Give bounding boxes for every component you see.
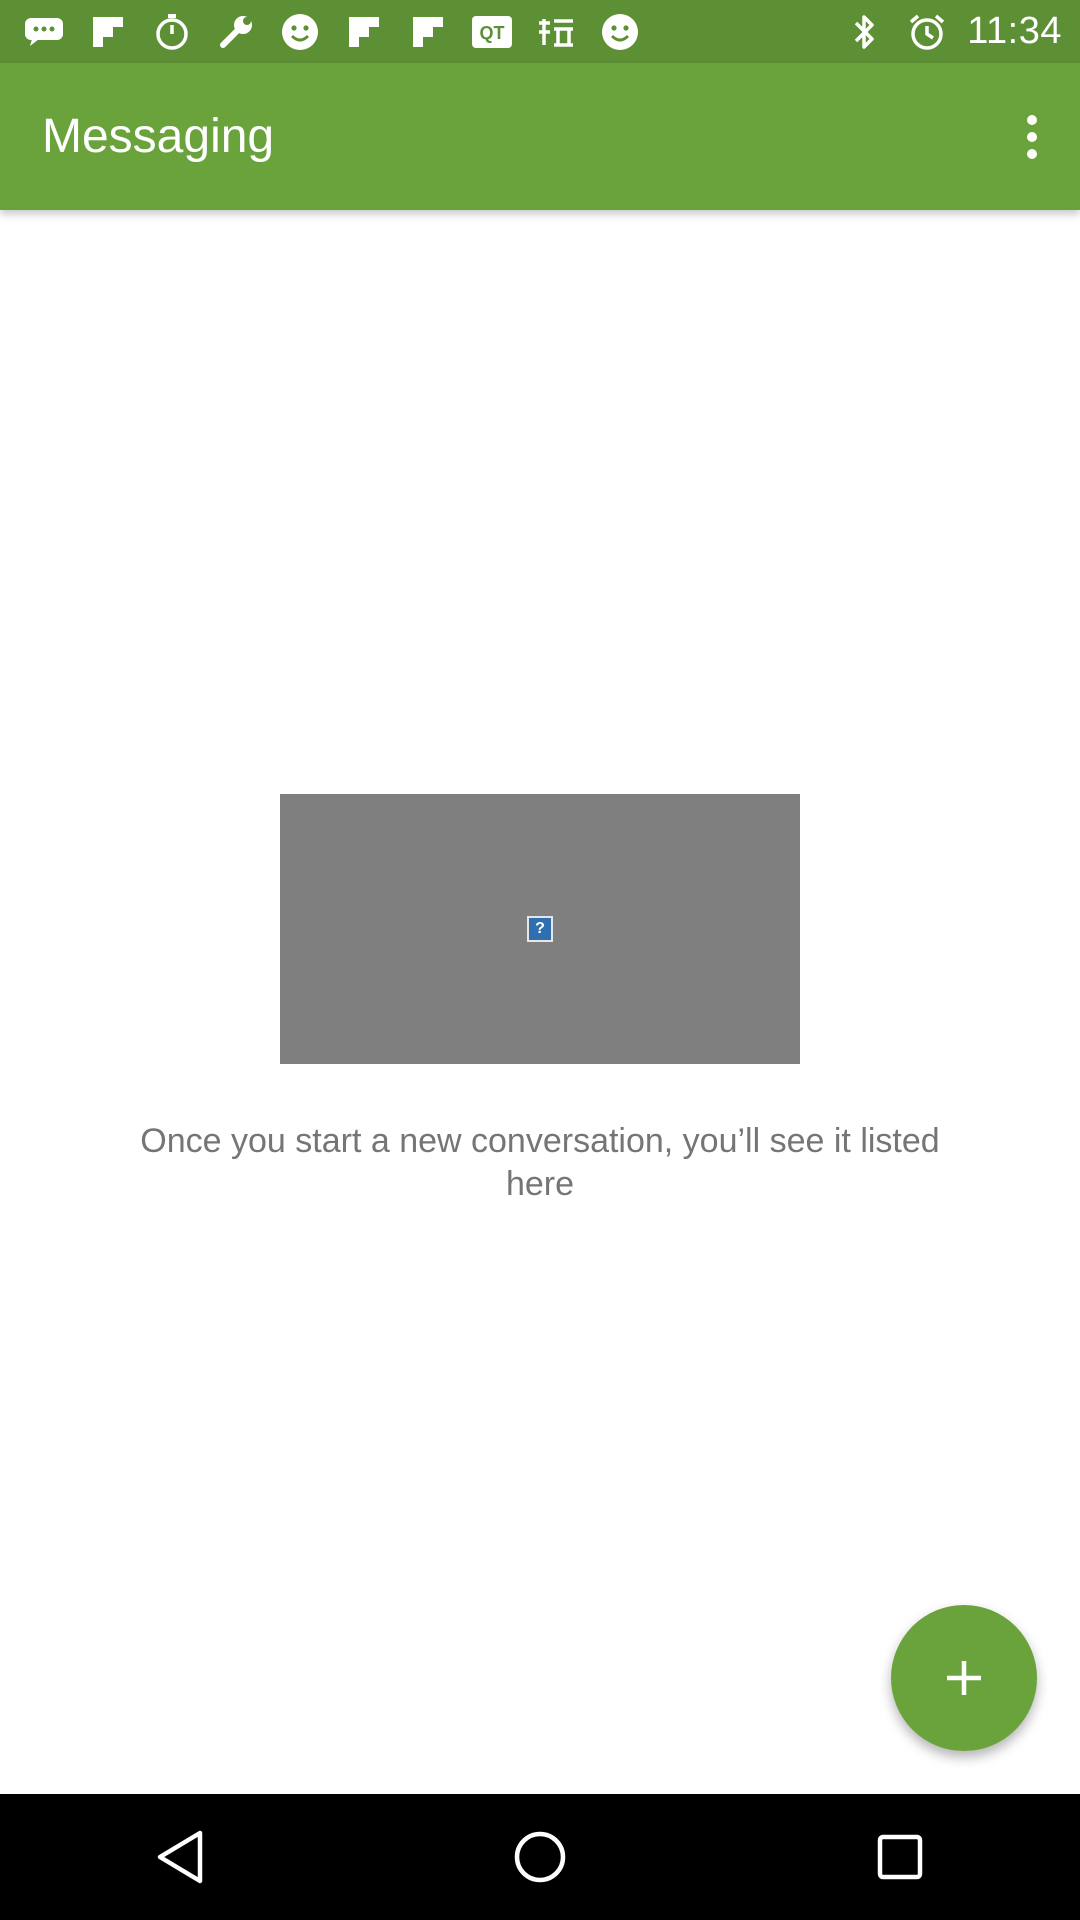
- flipboard-icon: [86, 10, 130, 54]
- more-vert-icon-dot: [1027, 149, 1037, 159]
- recents-button[interactable]: [840, 1797, 960, 1917]
- notification-icons: QT: [0, 10, 642, 54]
- smiley-icon: [278, 10, 322, 54]
- app-bar: Messaging: [0, 63, 1080, 210]
- broken-image-icon: ?: [527, 916, 553, 942]
- more-vert-icon: [1027, 115, 1037, 125]
- more-options-button[interactable]: [1002, 99, 1062, 175]
- qt-icon: QT: [470, 10, 514, 54]
- alarm-icon: [905, 10, 949, 54]
- system-status: 11:34: [843, 10, 1080, 54]
- back-icon: [157, 1830, 203, 1884]
- empty-state-message: Once you start a new conversation, you’l…: [140, 1122, 940, 1203]
- app-title: Messaging: [42, 110, 275, 163]
- svg-text:QT: QT: [480, 23, 505, 43]
- taobao-icon: [534, 10, 578, 54]
- plus-icon: [947, 1661, 981, 1695]
- wrench-icon: [214, 10, 258, 54]
- clock: 11:34: [967, 10, 1062, 52]
- navigation-bar: [0, 1794, 1080, 1920]
- smiley-icon: [598, 10, 642, 54]
- empty-state-image: ?: [280, 794, 800, 1064]
- flipboard-icon: [342, 10, 386, 54]
- more-vert-icon-dot: [1027, 132, 1037, 142]
- bluetooth-icon: [843, 10, 887, 54]
- back-button[interactable]: [120, 1797, 240, 1917]
- home-icon: [514, 1831, 566, 1883]
- chat-bubble-icon: [22, 10, 66, 54]
- flipboard-icon: [406, 10, 450, 54]
- stopwatch-icon: [150, 10, 194, 54]
- home-button[interactable]: [480, 1797, 600, 1917]
- new-conversation-button[interactable]: [891, 1605, 1037, 1751]
- messaging-screen: QT 11:34 Messaging ? Once you start a ne…: [0, 0, 1080, 1920]
- status-bar: QT 11:34: [0, 0, 1080, 63]
- recents-icon: [877, 1834, 923, 1880]
- conversation-list-empty: ? Once you start a new conversation, you…: [0, 210, 1080, 1794]
